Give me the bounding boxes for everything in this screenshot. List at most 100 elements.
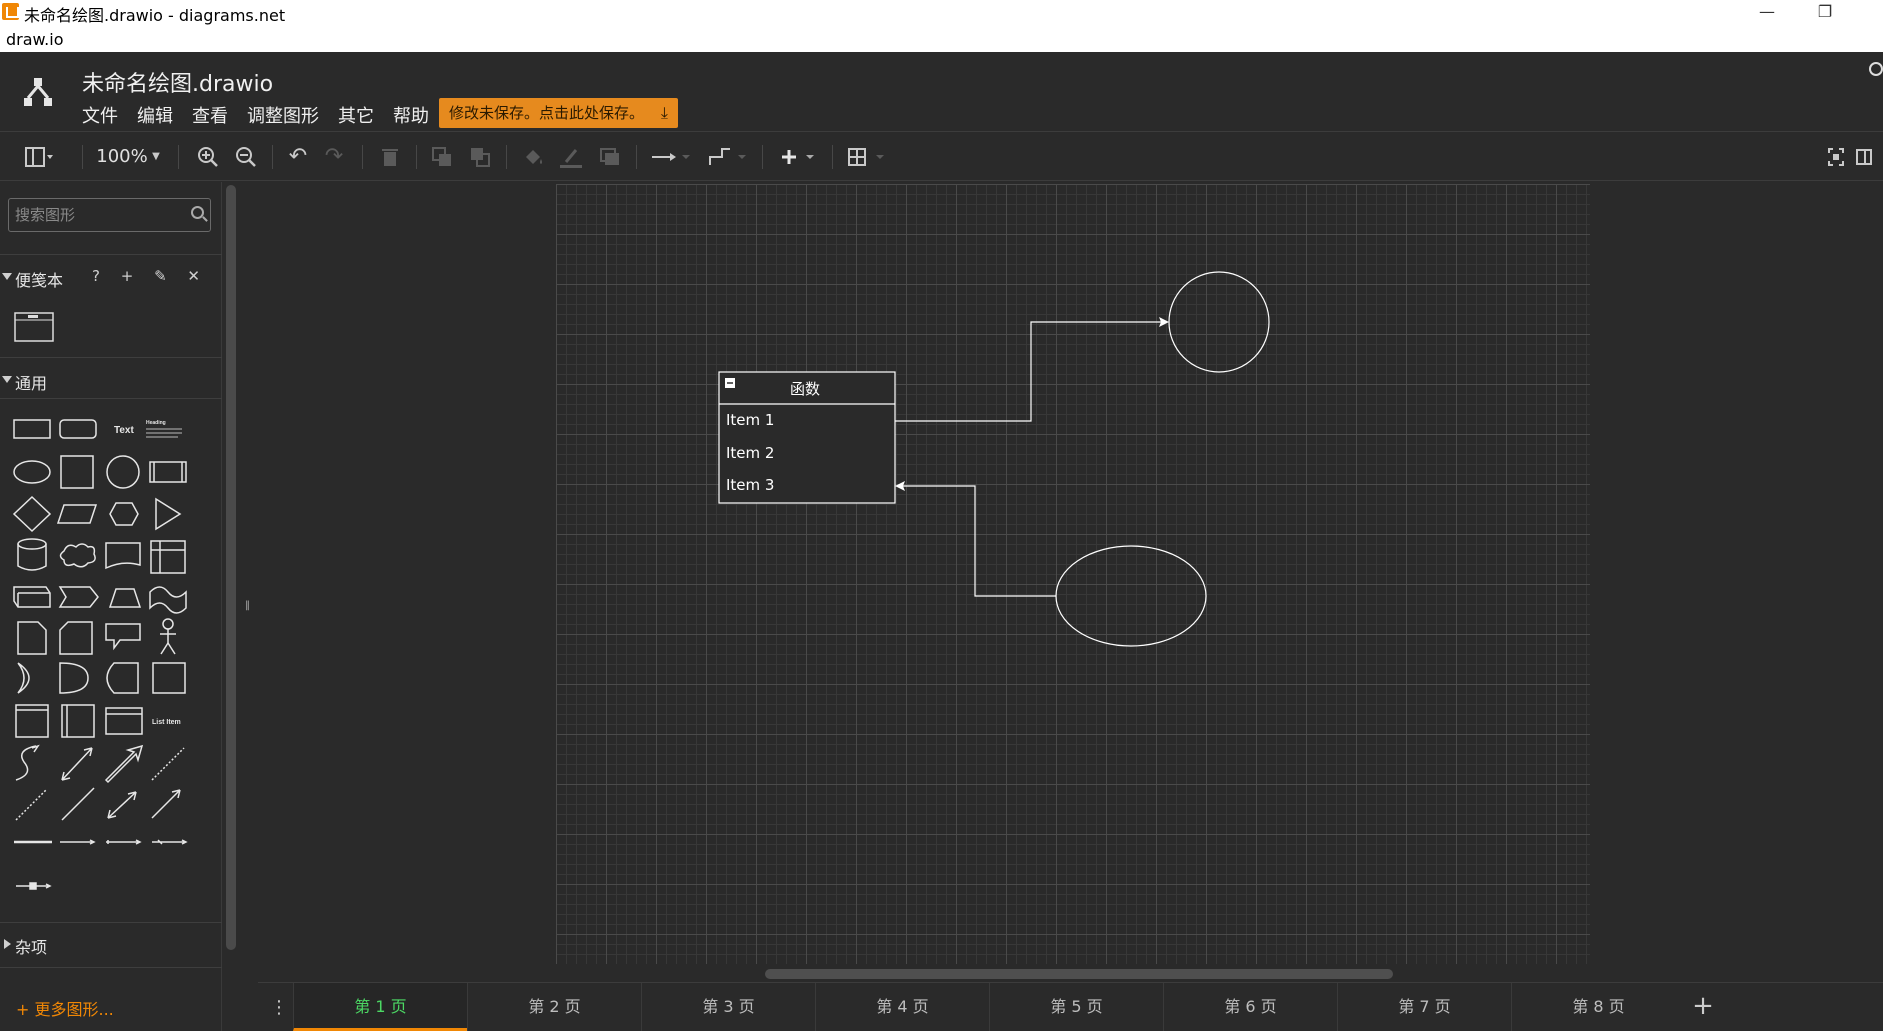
shape-card: [59, 621, 93, 655]
class-title[interactable]: 函数: [790, 378, 820, 399]
class-item-3[interactable]: Item 3: [726, 476, 774, 494]
menu-view[interactable]: 查看: [192, 102, 228, 128]
page-tabs-bar: ⋮ 第 1 页 第 2 页 第 3 页 第 4 页 第 5 页 第 6 页 第 …: [258, 982, 1883, 1031]
shape-hexagon: [109, 502, 139, 526]
tab-page-3[interactable]: 第 3 页: [641, 983, 815, 1031]
shape-rounded-rectangle: [59, 419, 97, 439]
shape-connector: [60, 839, 96, 845]
tab-page-2[interactable]: 第 2 页: [467, 983, 641, 1031]
shape-line: [61, 787, 95, 821]
window-title: 未命名绘图.drawio - diagrams.net: [24, 6, 286, 25]
to-back-icon[interactable]: [468, 145, 492, 169]
shape-or: [17, 662, 30, 694]
shape-text: Text: [114, 425, 134, 436]
tab-page-6[interactable]: 第 6 页: [1163, 983, 1337, 1031]
shape-dashed-line: [151, 747, 185, 781]
to-front-icon[interactable]: [430, 145, 454, 169]
class-item-2[interactable]: Item 2: [726, 444, 774, 462]
circle-shape[interactable]: [1168, 271, 1270, 373]
format-panel-icon[interactable]: [1854, 145, 1874, 169]
tab-page-7[interactable]: 第 7 页: [1337, 983, 1511, 1031]
tab-page-1[interactable]: 第 1 页: [293, 983, 467, 1031]
tab-page-5[interactable]: 第 5 页: [989, 983, 1163, 1031]
line-color-icon[interactable]: [558, 145, 584, 169]
shape-triangle: [155, 497, 182, 531]
menu-arrange[interactable]: 调整图形: [247, 102, 319, 128]
layout-icon[interactable]: [24, 145, 54, 169]
shape-delay: [59, 662, 89, 694]
shape-container: [152, 662, 186, 694]
scratchpad-header[interactable]: 便笺本 ? + ✎ ✕: [0, 267, 222, 291]
menu-file[interactable]: 文件: [82, 102, 118, 128]
connection-icon[interactable]: [650, 145, 692, 169]
add-page-button[interactable]: +: [1688, 991, 1718, 1021]
scratchpad-shape-item[interactable]: [14, 312, 54, 342]
general-shapes-palette: Text Heading List Item: [12, 419, 188, 890]
scratchpad-tools[interactable]: ? + ✎ ✕: [92, 267, 208, 285]
tab-page-4[interactable]: 第 4 页: [815, 983, 989, 1031]
shape-dotted-line: [15, 789, 47, 821]
menu-extras[interactable]: 其它: [338, 102, 374, 128]
shape-rectangle: [13, 419, 51, 439]
insert-icon[interactable]: [778, 145, 818, 169]
class-item-1[interactable]: Item 1: [726, 411, 774, 429]
shape-parallelogram: [56, 504, 98, 524]
shape-circle: [106, 455, 140, 489]
shape-diamond: [12, 495, 52, 533]
tab-page-8[interactable]: 第 8 页: [1511, 983, 1685, 1031]
restore-button[interactable]: ❐: [1810, 2, 1840, 24]
delete-icon[interactable]: [378, 145, 402, 169]
shape-search-input[interactable]: [15, 205, 175, 225]
shape-list-item: List Item: [152, 719, 181, 726]
sidebar-scrollbar[interactable]: [226, 185, 236, 950]
zoom-in-icon[interactable]: [196, 145, 220, 169]
zoom-out-icon[interactable]: [234, 145, 258, 169]
unsaved-changes-button[interactable]: 修改未保存。点击此处保存。 ⤓: [439, 98, 678, 128]
sync-icon[interactable]: [1869, 62, 1883, 76]
shape-curve: [15, 745, 37, 781]
misc-header[interactable]: 杂项: [0, 934, 222, 958]
zoom-level[interactable]: 100%: [96, 145, 148, 169]
shape-note: [17, 621, 47, 655]
app-header: 未命名绘图.drawio 文件 编辑 查看 调整图形 其它 帮助 修改未保存。点…: [0, 52, 1883, 132]
drawio-logo-icon: [24, 78, 52, 106]
shapes-sidebar: 便笺本 ? + ✎ ✕ 通用: [0, 182, 222, 1031]
download-icon: ⤓: [660, 103, 668, 122]
shape-search: [8, 198, 211, 232]
waypoints-icon[interactable]: [706, 145, 748, 169]
menu-help[interactable]: 帮助: [393, 102, 429, 128]
minimize-button[interactable]: —: [1752, 2, 1782, 24]
shadow-icon[interactable]: [598, 145, 622, 169]
fill-color-icon[interactable]: [520, 145, 546, 169]
shape-list: [105, 707, 143, 735]
table-icon[interactable]: [846, 145, 888, 169]
undo-icon[interactable]: ↶: [286, 145, 310, 169]
shape-cube: [13, 586, 51, 608]
shape-ellipse: [13, 460, 51, 484]
search-icon[interactable]: [191, 206, 204, 219]
canvas-horizontal-scrollbar[interactable]: [765, 969, 1393, 979]
expand-triangle-icon: [2, 273, 12, 280]
zoom-dropdown-icon[interactable]: ▼: [150, 145, 162, 169]
splitter-grip-icon[interactable]: ‖: [245, 600, 250, 611]
fullscreen-icon[interactable]: [1826, 145, 1846, 169]
ellipse-shape[interactable]: [1055, 545, 1207, 647]
pages-menu-icon[interactable]: ⋮: [270, 997, 288, 1018]
scratchpad-label: 便笺本: [15, 271, 64, 290]
window-subtitle: draw.io: [6, 30, 64, 49]
general-header[interactable]: 通用: [0, 370, 222, 394]
general-label: 通用: [15, 374, 48, 393]
shape-square: [60, 455, 94, 489]
shape-cloud: [59, 543, 96, 568]
shape-heading: Heading: [146, 420, 166, 426]
shape-tape: [149, 586, 187, 614]
more-shapes-button[interactable]: + 更多图形...: [16, 996, 114, 1020]
shape-callout: [105, 623, 141, 651]
redo-icon[interactable]: ↷: [322, 145, 346, 169]
shape-connector-labels: [152, 839, 188, 845]
shape-arrow: [104, 744, 144, 784]
menu-edit[interactable]: 编辑: [137, 102, 173, 128]
shape-trapezoid: [108, 588, 142, 608]
document-title[interactable]: 未命名绘图.drawio: [82, 66, 273, 98]
misc-label: 杂项: [15, 938, 48, 957]
